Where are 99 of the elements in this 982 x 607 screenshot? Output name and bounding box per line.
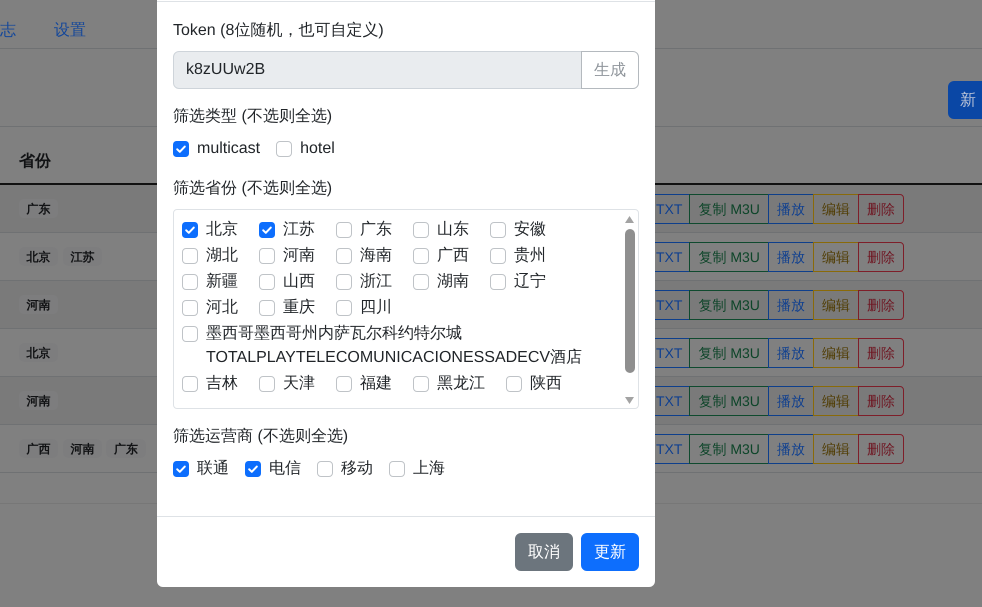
checkbox[interactable] [173,461,189,477]
action-button[interactable]: 播放 [768,194,814,224]
province-tag: 广东 [19,199,58,218]
action-button[interactable]: 删除 [858,338,904,368]
checkbox-label[interactable]: 山西 [283,270,315,294]
action-button[interactable]: 删除 [858,386,904,416]
checkbox[interactable] [182,326,198,342]
action-button[interactable]: 复制 M3U [689,290,769,320]
action-button[interactable]: 编辑 [812,386,859,416]
checkbox[interactable] [413,248,429,264]
checkbox-label[interactable]: 重庆 [283,296,315,320]
checkbox[interactable] [336,300,352,316]
checkbox[interactable] [506,376,522,392]
action-button[interactable]: 编辑 [812,242,859,272]
action-button[interactable]: 播放 [768,242,814,272]
action-button[interactable]: 复制 M3U [689,242,769,272]
checkbox-label[interactable]: 山东 [437,218,469,242]
checkbox-label[interactable]: 北京 [206,218,238,242]
checkbox-label[interactable]: 湖北 [206,244,238,268]
cancel-button[interactable]: 取消 [515,533,573,571]
province-tag: 河南 [19,391,58,410]
checkbox-label[interactable]: 陕西 [530,372,562,396]
column-header: 省份 [19,152,51,172]
checkbox[interactable] [336,376,352,392]
checkbox[interactable] [336,274,352,290]
checkbox[interactable] [245,461,261,477]
action-button[interactable]: 编辑 [812,338,859,368]
checkbox-label[interactable]: 电信 [269,457,301,481]
checkbox-label[interactable]: 辽宁 [514,270,546,294]
field-label: Token (8位随机，也可自定义) [173,20,385,41]
checkbox[interactable] [259,248,275,264]
action-button[interactable]: 编辑 [812,434,859,464]
checkbox-label[interactable]: 天津 [283,372,315,396]
checkbox[interactable] [182,222,198,238]
checkbox-label[interactable]: 联通 [197,457,229,481]
scroll-up-arrow-icon[interactable] [625,216,634,223]
checkbox-label[interactable]: 河北 [206,296,238,320]
action-button[interactable]: 复制 M3U [689,194,769,224]
checkbox[interactable] [182,300,198,316]
checkbox[interactable] [413,222,429,238]
action-button[interactable]: 删除 [858,290,904,320]
checkbox[interactable] [413,376,429,392]
checkbox-label[interactable]: hotel [300,137,335,161]
field-label: 筛选运营商 (不选则全选) [173,426,350,447]
scrollbar-thumb[interactable] [624,229,634,373]
action-button[interactable]: 播放 [768,290,814,320]
checkbox-label[interactable]: 福建 [360,372,392,396]
checkbox[interactable] [276,141,292,157]
checkbox-label[interactable]: 贵州 [514,244,546,268]
checkbox-label[interactable]: 江苏 [283,218,315,242]
action-button[interactable]: 复制 M3U [689,434,769,464]
checkbox[interactable] [490,248,506,264]
token-field[interactable]: k8zUUw2B [173,51,582,89]
checkbox-label[interactable]: 上海 [413,457,445,481]
checkbox[interactable] [182,274,198,290]
field-label: 筛选类型 (不选则全选) [173,106,334,127]
action-button[interactable]: 编辑 [812,194,859,224]
submit-button[interactable]: 更新 [581,533,639,571]
checkbox[interactable] [259,274,275,290]
checkbox[interactable] [259,222,275,238]
checkbox[interactable] [336,222,352,238]
checkbox-label[interactable]: 浙江 [360,270,392,294]
action-button[interactable]: 删除 [858,242,904,272]
action-button[interactable]: 删除 [858,434,904,464]
checkbox-label[interactable]: 新疆 [206,270,238,294]
checkbox-label[interactable]: 河南 [283,244,315,268]
action-button[interactable]: 播放 [768,434,814,464]
checkbox[interactable] [182,376,198,392]
checkbox-label[interactable]: 黑龙江 [437,372,485,396]
checkbox-label[interactable]: multicast [197,137,260,161]
checkbox-label[interactable]: 广西 [437,244,469,268]
checkbox[interactable] [259,300,275,316]
checkbox-label[interactable]: 墨西哥墨西哥州内萨瓦尔科约特尔城TOTALPLAYTELECOMUNICACIONESSADECV酒店 [206,322,613,370]
checkbox[interactable] [490,274,506,290]
checkbox[interactable] [173,141,189,157]
action-button[interactable]: 编辑 [812,290,859,320]
checkbox-label[interactable]: 吉林 [206,372,238,396]
checkbox[interactable] [389,461,405,477]
checkbox-label[interactable]: 移动 [341,457,373,481]
new-button[interactable]: 新 [948,81,982,119]
checkbox-label[interactable]: 安徽 [514,218,546,242]
checkbox[interactable] [490,222,506,238]
province-tag: 河南 [19,295,58,314]
checkbox[interactable] [182,248,198,264]
action-button[interactable]: 删除 [858,194,904,224]
checkbox-label[interactable]: 广东 [360,218,392,242]
checkbox[interactable] [336,248,352,264]
field-label: 筛选省份 (不选则全选) [173,178,334,199]
scroll-down-arrow-icon[interactable] [625,397,634,404]
checkbox-label[interactable]: 四川 [360,296,392,320]
checkbox-label[interactable]: 湖南 [437,270,469,294]
action-button[interactable]: 复制 M3U [689,338,769,368]
checkbox-label[interactable]: 海南 [360,244,392,268]
checkbox[interactable] [317,461,333,477]
checkbox[interactable] [259,376,275,392]
checkbox[interactable] [413,274,429,290]
action-button[interactable]: 播放 [768,338,814,368]
action-button[interactable]: 复制 M3U [689,386,769,416]
action-button[interactable]: 播放 [768,386,814,416]
